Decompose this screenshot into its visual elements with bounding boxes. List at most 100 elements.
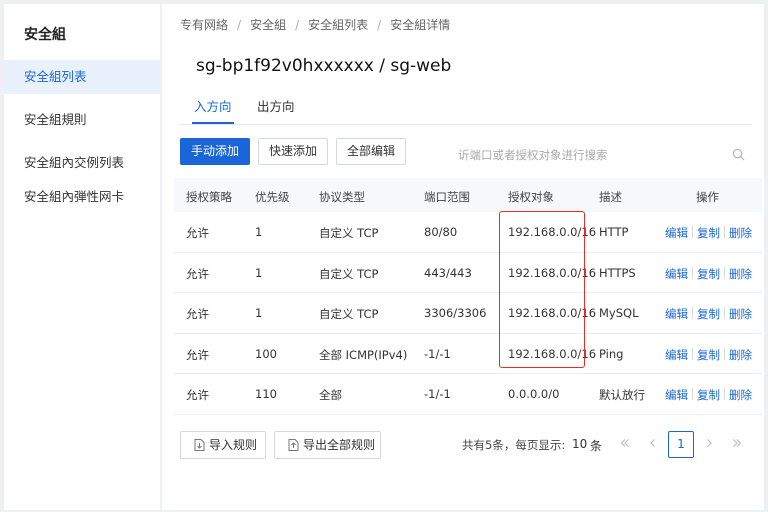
cell-priority: 100: [255, 346, 277, 361]
delete-link[interactable]: 删除: [729, 306, 752, 322]
sidebar-item-eni-list[interactable]: 安全組內弾性网卡: [4, 180, 160, 214]
tab-outbound[interactable]: 出方向: [257, 96, 295, 124]
next-page-button[interactable]: [696, 431, 722, 458]
cell-source: 192.168.0.0/16: [508, 265, 597, 280]
delete-link[interactable]: 删除: [729, 347, 752, 363]
cell-policy: 允许: [186, 347, 209, 362]
page-size-unit: 条: [590, 439, 603, 453]
cell-description: HTTPS: [599, 265, 636, 280]
cell-policy: 允许: [186, 226, 209, 240]
first-page-button[interactable]: [612, 431, 638, 458]
breadcrumb-item-security-group[interactable]: 安全組: [250, 18, 286, 32]
sidebar: 安全組 安全組列表 安全組規則 安全組內交例列表 安全組內弾性网卡: [4, 4, 160, 510]
header-port-range: 端口范围: [424, 190, 470, 204]
manual-add-button[interactable]: 手动添加: [180, 138, 250, 165]
edit-link[interactable]: 编辑: [665, 306, 688, 322]
sidebar-item-instance-list[interactable]: 安全組內交例列表: [4, 146, 160, 180]
page-size-select[interactable]: 10 条: [560, 431, 612, 459]
action-divider: [724, 307, 725, 319]
export-all-rules-button[interactable]: 导出全部规则: [274, 431, 381, 459]
total-count-text: 共有5条，每页显示:: [462, 438, 566, 452]
cell-protocol: 自定义 TCP: [319, 226, 379, 240]
edit-all-button[interactable]: 全部编辑: [336, 138, 406, 165]
cell-description: HTTP: [599, 225, 629, 239]
table-row: 允许 1 自定义 TCP 3306/3306 192.168.0.0/16 My…: [174, 293, 762, 334]
cell-policy: 允许: [186, 307, 209, 321]
action-divider: [692, 347, 693, 360]
action-divider: [692, 226, 693, 238]
table-row: 允许 100 全部 ICMP(IPv4) -1/-1 192.168.0.0/1…: [174, 334, 762, 374]
quick-add-button[interactable]: 快速添加: [258, 138, 328, 165]
table-row: 允许 1 自定义 TCP 443/443 192.168.0.0/16 HTTP…: [174, 253, 762, 293]
header-description: 描述: [599, 190, 622, 204]
table-row: 允许 110 全部 -1/-1 0.0.0.0/0 默认放行 编辑 复制 删除: [174, 374, 762, 415]
breadcrumb-item-vpc[interactable]: 专有网絡: [180, 18, 228, 32]
header-source: 授权对象: [508, 190, 554, 204]
header-actions: 操作: [696, 190, 719, 204]
cell-protocol: 自定义 TCP: [319, 307, 379, 321]
tab-divider: [180, 124, 752, 125]
delete-link[interactable]: 删除: [729, 266, 752, 282]
header-priority: 优先级: [255, 190, 290, 204]
breadcrumb-separator: /: [377, 18, 382, 32]
copy-link[interactable]: 复制: [697, 266, 720, 282]
last-page-button[interactable]: [724, 431, 750, 458]
edit-link[interactable]: 编辑: [665, 347, 688, 363]
action-divider: [724, 388, 725, 400]
double-chevron-right-icon: [733, 439, 742, 447]
edit-link[interactable]: 编辑: [665, 266, 688, 282]
file-export-icon: [288, 439, 299, 451]
cell-description: Ping: [599, 346, 624, 361]
breadcrumb-item-current: 安全組详情: [390, 18, 451, 32]
cell-priority: 110: [255, 387, 277, 401]
main-panel: 专有网絡 / 安全組 / 安全組列表 / 安全組详情 sg-bp1f92v0hxxxxxx …: [162, 4, 764, 510]
copy-link[interactable]: 复制: [697, 387, 720, 403]
tab-inbound[interactable]: 入方向: [192, 96, 234, 124]
search-icon[interactable]: [732, 148, 745, 161]
cell-policy: 允许: [186, 388, 209, 402]
breadcrumb-separator: /: [237, 18, 242, 32]
chevron-right-icon: [707, 439, 712, 447]
cell-protocol: 全部: [319, 388, 342, 402]
cell-source: 192.168.0.0/16: [508, 346, 597, 361]
chevron-left-icon: [650, 439, 655, 447]
page-number-current[interactable]: 1: [668, 431, 694, 458]
edit-link[interactable]: 编辑: [665, 225, 688, 241]
import-rules-button[interactable]: 导入规则: [180, 431, 266, 459]
sidebar-item-security-group-list[interactable]: 安全組列表: [4, 60, 160, 94]
sidebar-title: 安全組: [24, 27, 66, 43]
table-row: 允许 1 自定义 TCP 80/80 192.168.0.0/16 HTTP 编…: [174, 212, 762, 253]
action-divider: [692, 307, 693, 319]
copy-link[interactable]: 复制: [697, 306, 720, 322]
breadcrumb-separator: /: [295, 18, 300, 32]
cell-priority: 1: [255, 306, 263, 320]
cell-priority: 1: [255, 225, 263, 239]
cell-port-range: -1/-1: [424, 346, 451, 361]
prev-page-button[interactable]: [640, 431, 666, 458]
header-policy: 授权策略: [186, 190, 232, 204]
cell-source: 192.168.0.0/16: [508, 225, 597, 239]
cell-source: 0.0.0.0/0: [508, 387, 560, 401]
cell-source: 192.168.0.0/16: [508, 306, 597, 320]
delete-link[interactable]: 删除: [729, 387, 752, 403]
edit-link[interactable]: 编辑: [665, 387, 688, 403]
delete-link[interactable]: 删除: [729, 225, 752, 241]
action-divider: [724, 347, 725, 360]
breadcrumb: 专有网絡 / 安全組 / 安全組列表 / 安全組详情: [180, 16, 450, 33]
cell-port-range: 3306/3306: [424, 306, 487, 320]
action-divider: [692, 388, 693, 400]
copy-link[interactable]: 复制: [697, 225, 720, 241]
page-size-value: 10: [572, 437, 588, 451]
export-all-rules-label: 导出全部规则: [303, 438, 376, 452]
double-chevron-left-icon: [620, 439, 629, 447]
copy-link[interactable]: 复制: [697, 347, 720, 363]
search-input[interactable]: [452, 141, 750, 169]
cell-protocol: 全部 ICMP(IPv4): [319, 347, 408, 362]
action-divider: [724, 266, 725, 279]
breadcrumb-item-security-group-list[interactable]: 安全組列表: [308, 18, 368, 32]
cell-port-range: -1/-1: [424, 387, 451, 401]
import-rules-label: 导入规则: [209, 438, 258, 452]
cell-port-range: 80/80: [424, 225, 458, 239]
action-divider: [724, 226, 725, 238]
sidebar-item-security-group-rules[interactable]: 安全組規則: [4, 103, 160, 137]
